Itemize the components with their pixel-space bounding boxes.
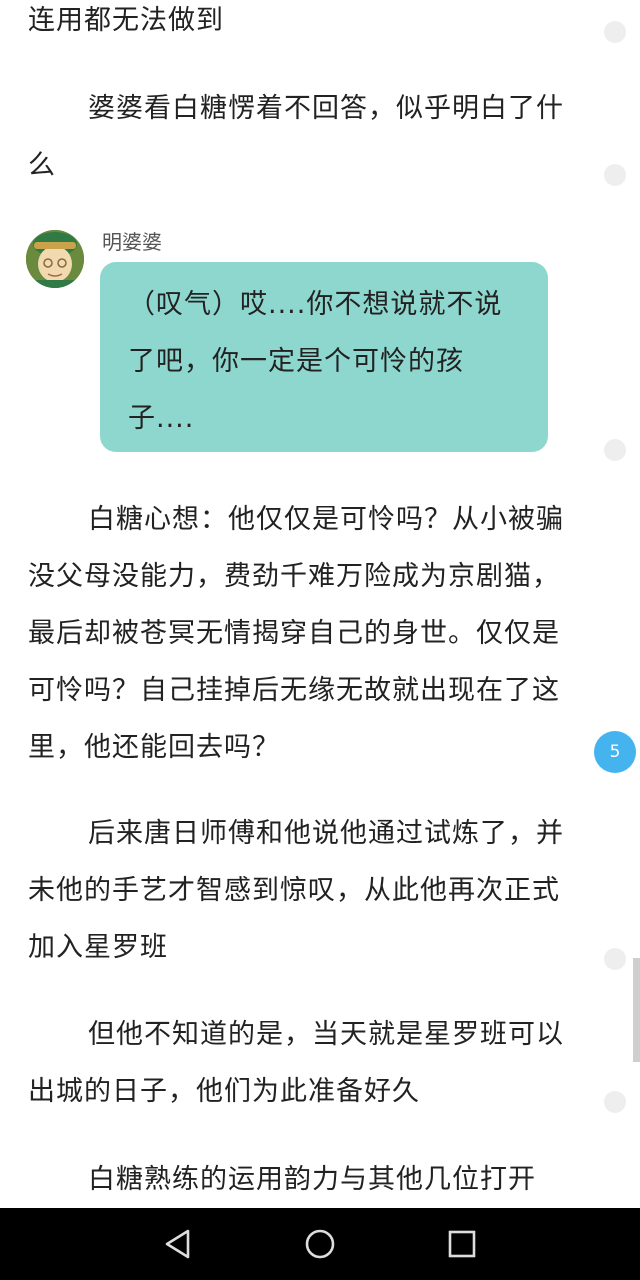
comment-dot[interactable] [604, 164, 626, 186]
home-button[interactable] [280, 1208, 360, 1280]
comment-dot[interactable] [604, 948, 626, 970]
paragraph-2-text: 婆婆看白糖愣着不回答，似乎明白了什么 [28, 93, 564, 181]
paragraph-3-text: 白糖心想：他仅仅是可怜吗？从小被骗没父母没能力，费劲千难万险成为京剧猫，最后却被… [28, 504, 564, 763]
scrollbar[interactable] [633, 958, 640, 1062]
paragraph-6: 白糖熟练的运用韵力与其他几位打开 [28, 1151, 576, 1208]
comment-dot[interactable] [604, 1091, 626, 1113]
dialogue-text: （叹气）哎....你不想说就不说了吧，你一定是个可怜的孩子.... [128, 289, 503, 434]
paragraph-1: 连用都无法做到 [28, 0, 576, 49]
avatar[interactable] [26, 230, 84, 288]
back-triangle-icon [165, 1229, 190, 1259]
recents-button[interactable] [422, 1208, 502, 1280]
paragraph-5: 但他不知道的是，当天就是星罗班可以出城的日子，他们为此准备好久 [28, 1006, 576, 1120]
paragraph-2: 婆婆看白糖愣着不回答，似乎明白了什么 [28, 80, 576, 194]
recents-square-icon [448, 1230, 476, 1258]
back-button[interactable] [138, 1208, 218, 1280]
paragraph-4-text: 后来唐日师傅和他说他通过试炼了，并未他的手艺才智感到惊叹，从此他再次正式加入星罗… [28, 818, 564, 963]
comment-count-badge[interactable]: 5 [594, 731, 636, 773]
system-navigation-bar [0, 1208, 640, 1280]
avatar-image [26, 230, 84, 288]
paragraph-6-text: 白糖熟练的运用韵力与其他几位打开 [88, 1164, 536, 1195]
reader-content[interactable]: 连用都无法做到 婆婆看白糖愣着不回答，似乎明白了什么 明婆婆 （叹气）哎....… [0, 0, 640, 1208]
home-circle-icon [305, 1229, 335, 1259]
comment-dot[interactable] [604, 21, 626, 43]
comment-dot[interactable] [604, 439, 626, 461]
paragraph-4: 后来唐日师傅和他说他通过试炼了，并未他的手艺才智感到惊叹，从此他再次正式加入星罗… [28, 805, 576, 976]
dialogue-bubble[interactable]: （叹气）哎....你不想说就不说了吧，你一定是个可怜的孩子.... [100, 262, 548, 452]
speaker-name: 明婆婆 [102, 230, 162, 254]
paragraph-5-text: 但他不知道的是，当天就是星罗班可以出城的日子，他们为此准备好久 [28, 1019, 564, 1107]
paragraph-3: 白糖心想：他仅仅是可怜吗？从小被骗没父母没能力，费劲千难万险成为京剧猫，最后却被… [28, 491, 576, 776]
paragraph-1-text: 连用都无法做到 [28, 5, 224, 36]
